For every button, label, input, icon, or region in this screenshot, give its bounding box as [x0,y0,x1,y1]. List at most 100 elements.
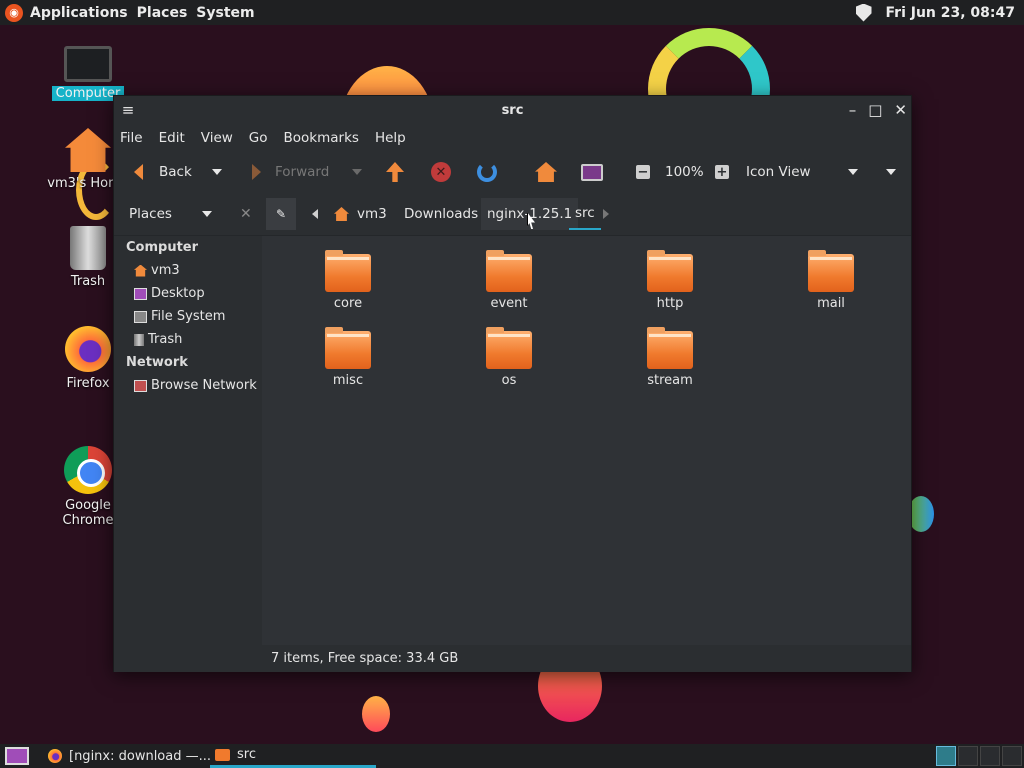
sidebar-item-desktop[interactable]: Desktop [114,282,261,305]
chevron-left-icon [312,209,318,219]
folder-label: os [501,373,517,388]
home-icon [535,162,557,182]
stop-icon: ✕ [431,162,451,182]
back-button[interactable]: Back [134,152,192,192]
breadcrumb-scroll-right[interactable] [603,192,609,236]
sidebar-item-label: Trash [148,332,183,347]
folder-item[interactable]: http [610,250,730,311]
network-icon [134,379,147,392]
computer-button[interactable] [581,152,603,192]
workspace-4[interactable] [1002,746,1022,766]
breadcrumb-downloads[interactable]: Downloads [404,192,478,236]
workspace-3[interactable] [980,746,1000,766]
folder-label: mail [817,296,845,311]
close-icon[interactable]: ✕ [894,101,907,119]
workspace-switcher [936,746,1022,766]
desktop-icon-label: Google Chrome [62,498,114,528]
back-label: Back [159,164,192,180]
workspace-1[interactable] [936,746,956,766]
breadcrumb-label: vm3 [357,206,387,222]
menubar: File Edit View Go Bookmarks Help [114,124,911,152]
maximize-icon[interactable]: □ [868,101,882,119]
up-arrow-icon [386,162,404,182]
forward-history-dropdown[interactable] [352,152,362,192]
breadcrumb-scroll-left[interactable] [312,192,318,236]
sidebar-item-label: Desktop [151,286,205,301]
minimize-icon[interactable]: – [849,101,857,119]
back-history-dropdown[interactable] [212,152,222,192]
stop-button[interactable]: ✕ [431,152,451,192]
desktop-icon-label: Trash [70,274,106,289]
edit-location-button[interactable]: ✎ [266,198,296,230]
sidebar-item-label: Browse Network [151,378,257,393]
computer-icon [64,46,112,82]
sidebar-item-trash[interactable]: Trash [114,328,261,351]
pencil-icon: ✎ [275,207,287,221]
ubuntu-logo-icon[interactable]: ◉ [5,3,23,22]
trash-icon [134,333,144,346]
sidebar-item-label: File System [151,309,226,324]
window-menu-icon[interactable]: ≡ [116,101,140,119]
folder-item[interactable]: stream [610,327,730,388]
menu-bookmarks[interactable]: Bookmarks [284,130,359,146]
chevron-down-icon [848,169,858,175]
folder-item[interactable]: misc [288,327,408,388]
folder-icon [486,250,532,292]
close-sidebar-icon[interactable]: ✕ [240,206,252,222]
folder-item[interactable]: event [449,250,569,311]
folder-item[interactable]: mail [771,250,891,311]
taskbar-item-firefox[interactable]: [nginx: download —... [48,744,211,768]
forward-button[interactable]: Forward [252,152,329,192]
window-title: src [501,102,524,118]
folder-label: stream [647,373,693,388]
sidebar-item-vm3[interactable]: vm3 [114,259,261,282]
menu-go[interactable]: Go [249,130,268,146]
breadcrumb-vm3[interactable]: vm3 [334,192,387,236]
desktop-icon-computer[interactable]: Computer [38,46,138,101]
folder-icon [215,748,230,761]
shield-icon[interactable] [855,3,872,22]
chevron-down-icon [886,169,896,175]
sidebar-pane-select[interactable]: Places ✕ [114,192,264,236]
show-desktop-icon[interactable] [5,747,29,765]
bottom-panel: [nginx: download —... src [0,744,1024,768]
menu-file[interactable]: File [120,130,143,146]
sidebar-item-browse-network[interactable]: Browse Network [114,374,261,397]
zoom-in-button[interactable]: + [715,152,729,192]
reload-button[interactable] [477,152,497,192]
firefox-icon [65,326,111,372]
sidebar-section-computer: Computer [126,240,199,255]
chevron-down-icon [201,211,212,217]
menu-edit[interactable]: Edit [159,130,185,146]
home-icon [134,264,147,277]
folder-icon [325,250,371,292]
titlebar[interactable]: ≡ src – □ ✕ [114,96,911,124]
clock[interactable]: Fri Jun 23, 08:47 [886,5,1016,21]
sidebar-item-filesystem[interactable]: File System [114,305,261,328]
icon-view[interactable]: core event http mail misc os stream [262,236,911,645]
sidebar: Computer vm3 Desktop File System Trash N… [114,236,261,644]
toolbar-overflow-button[interactable] [886,152,896,192]
folder-item[interactable]: os [449,327,569,388]
folder-item[interactable]: core [288,250,408,311]
folder-icon [808,250,854,292]
menu-view[interactable]: View [201,130,233,146]
breadcrumb-src[interactable]: src [569,198,601,230]
zoom-out-button[interactable]: − [636,152,650,192]
breadcrumb-nginx[interactable]: nginx-1.25.1 [481,198,579,230]
places-menu[interactable]: Places [137,5,188,21]
filesystem-icon [134,310,147,323]
home-button[interactable] [535,152,557,192]
menu-help[interactable]: Help [375,130,406,146]
firefox-icon [48,749,62,763]
workspace-2[interactable] [958,746,978,766]
taskbar-item-src[interactable]: src [210,744,376,768]
up-button[interactable] [386,152,404,192]
wallpaper-shape [362,696,390,732]
status-bar: 7 items, Free space: 33.4 GB [114,645,911,672]
folder-icon [486,327,532,369]
system-menu[interactable]: System [196,5,254,21]
sidebar-section-network: Network [126,355,188,370]
applications-menu[interactable]: Applications [30,5,128,21]
view-mode-select[interactable]: Icon View [746,152,858,192]
